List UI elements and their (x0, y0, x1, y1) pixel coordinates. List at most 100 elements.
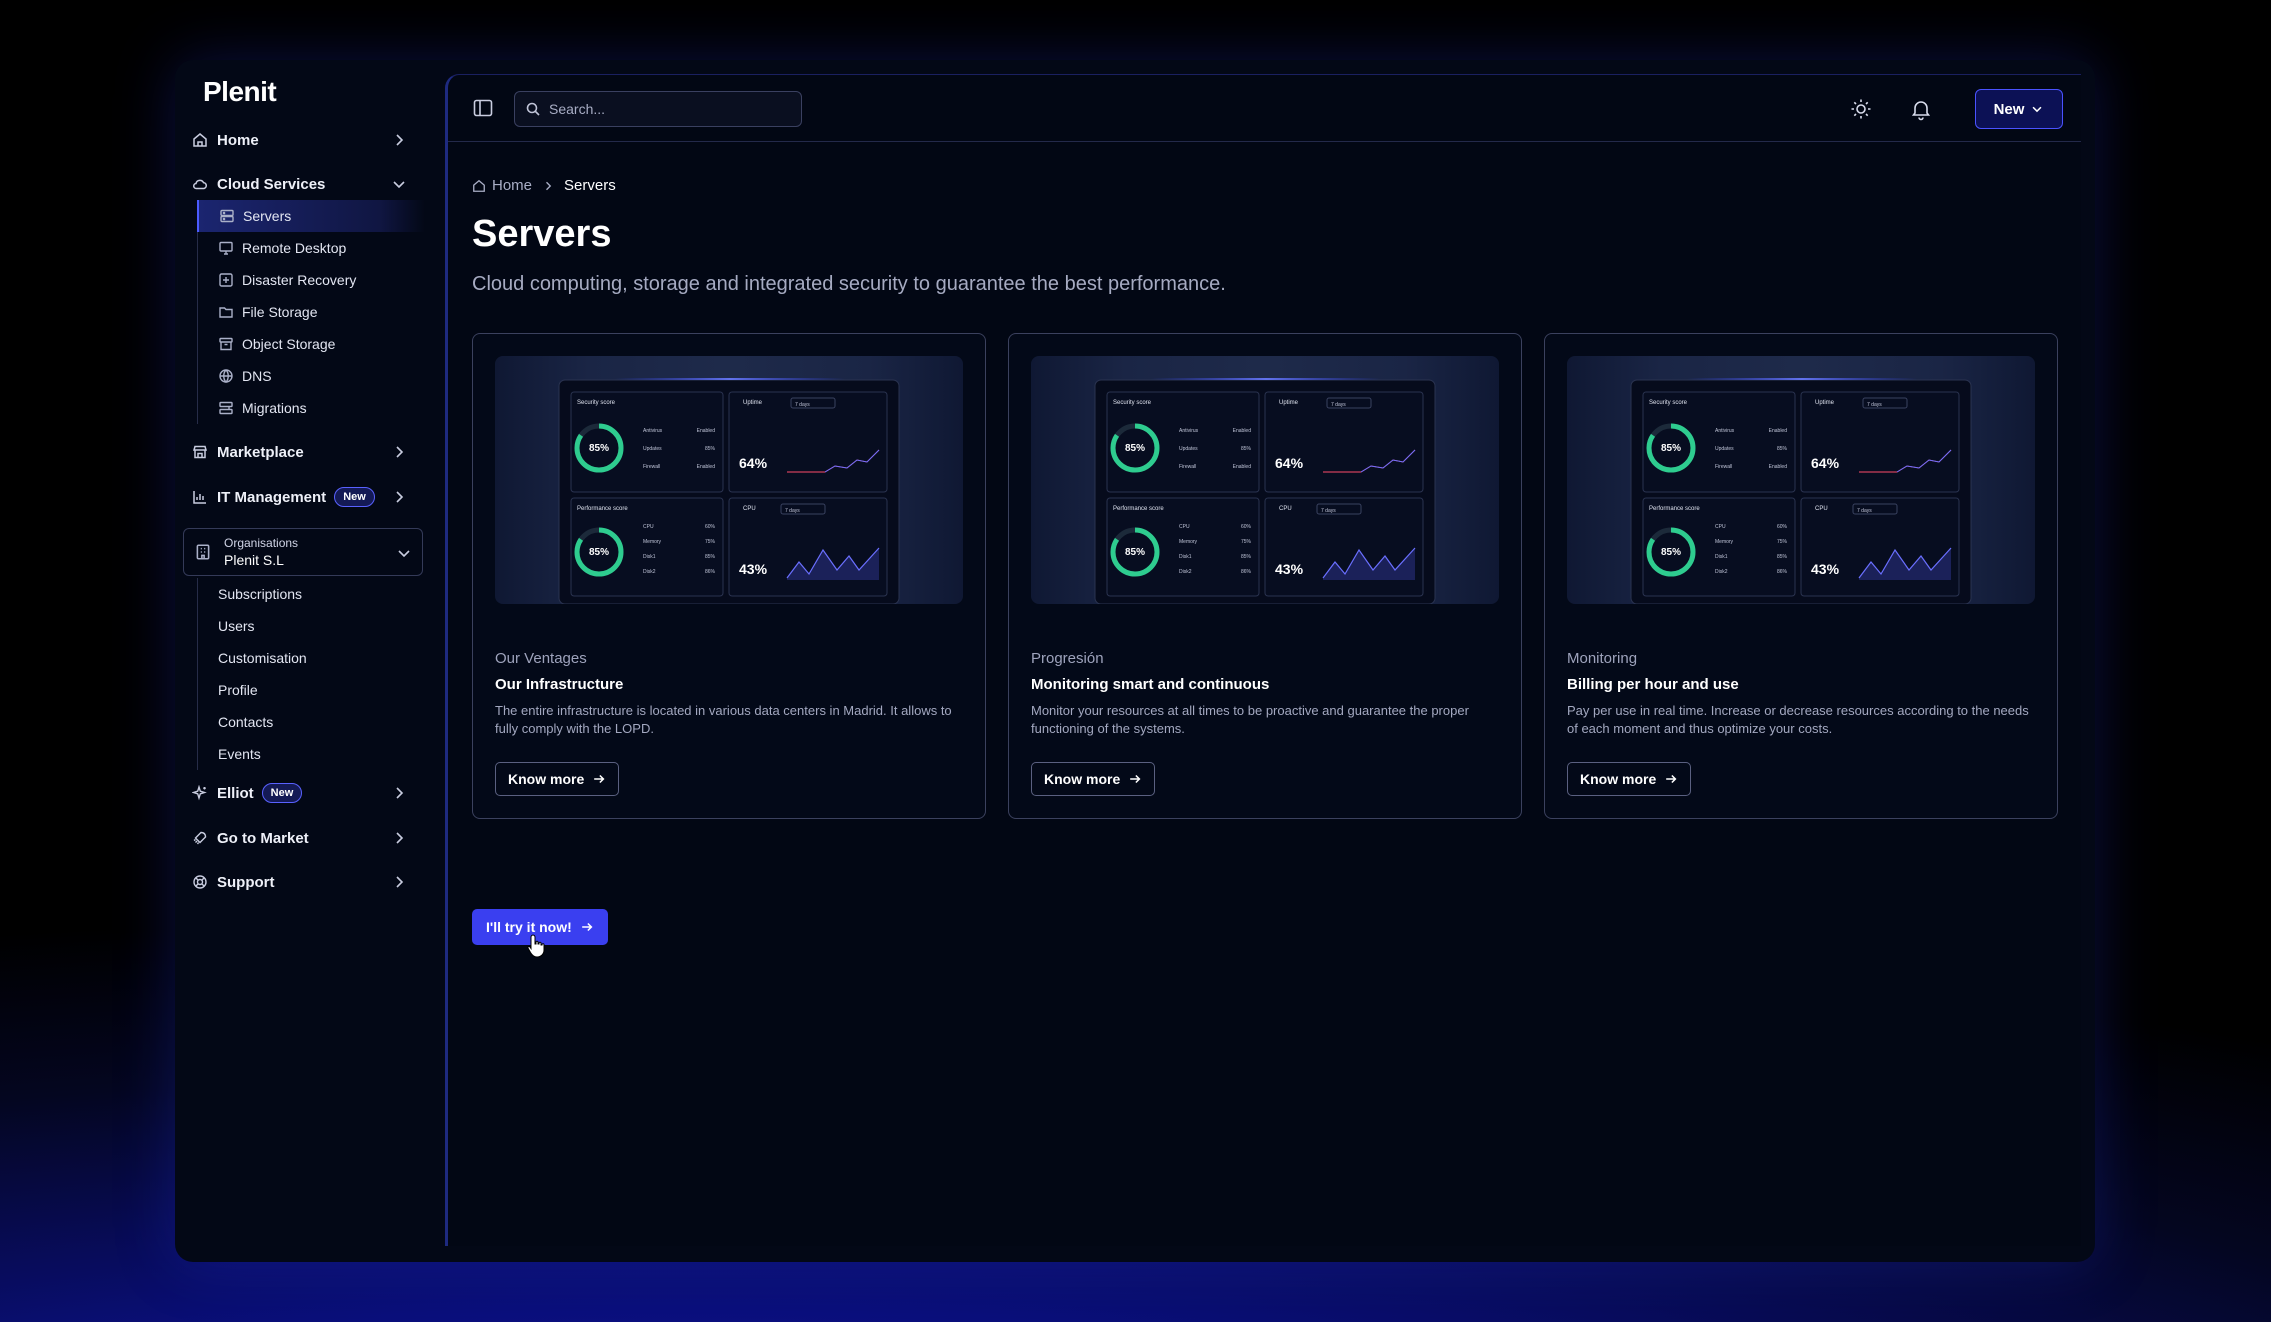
sidebar-item-disaster-recovery[interactable]: Disaster Recovery (198, 264, 425, 296)
sidebar-item-migrations[interactable]: Migrations (198, 392, 425, 424)
chevron-down-icon (393, 181, 405, 189)
nav-it-management-label: IT Management (217, 488, 327, 506)
svg-text:CPU: CPU (1279, 506, 1292, 512)
lifebuoy-icon (191, 873, 209, 891)
sidebar-item-servers[interactable]: Servers (197, 200, 425, 232)
know-more-button[interactable]: Know more (1031, 762, 1156, 796)
new-button[interactable]: New (1975, 89, 2063, 129)
know-more-label: Know more (1044, 771, 1121, 787)
sidebar-item-events[interactable]: Events (198, 738, 425, 770)
know-more-button[interactable]: Know more (1567, 762, 1692, 796)
nav-home-label: Home (217, 131, 259, 149)
svg-text:Disk1: Disk1 (643, 554, 656, 560)
sidebar-item-users[interactable]: Users (198, 610, 425, 642)
svg-text:CPU: CPU (1815, 506, 1828, 512)
sidebar-item-object-storage[interactable]: Object Storage (198, 328, 425, 360)
folder-icon (218, 304, 234, 320)
svg-text:Performance score: Performance score (577, 506, 628, 512)
svg-text:86%: 86% (1777, 569, 1788, 575)
chevron-right-icon (546, 181, 552, 190)
svg-text:Firewall: Firewall (643, 464, 660, 470)
dashboard-preview-image: Security score 85% Antivirus Enabled Upda… (495, 356, 963, 604)
svg-text:Disk2: Disk2 (643, 569, 656, 575)
sidebar-item-customisation[interactable]: Customisation (198, 642, 425, 674)
sidebar-item-remote-desktop[interactable]: Remote Desktop (198, 232, 425, 264)
card-description: The entire infrastructure is located in … (495, 703, 952, 736)
svg-text:85%: 85% (705, 446, 716, 452)
sidebar-item-label: Servers (243, 208, 292, 224)
svg-text:Enabled: Enabled (1769, 464, 1788, 470)
card-kicker: Progresión (1031, 650, 1104, 667)
know-more-button[interactable]: Know more (495, 762, 620, 796)
svg-text:7 days: 7 days (1857, 508, 1872, 514)
topbar: New (448, 75, 2081, 142)
breadcrumb-home-link[interactable]: Home (492, 177, 532, 194)
breadcrumb: Home Servers (472, 177, 616, 194)
search-input[interactable] (549, 101, 779, 117)
nav-go-to-market[interactable]: Go to Market (191, 820, 417, 856)
svg-text:85%: 85% (589, 547, 609, 558)
svg-text:86%: 86% (1241, 569, 1252, 575)
nav-marketplace[interactable]: Marketplace (191, 434, 417, 470)
nav-support-label: Support (217, 873, 275, 891)
nav-home[interactable]: Home (191, 122, 417, 158)
dashboard-preview-illustration: Security score 85% Antivirus Enabled Upda… (1094, 378, 1436, 604)
organisation-selector[interactable]: Organisations Plenit S.L (183, 528, 423, 576)
sidebar-item-profile[interactable]: Profile (198, 674, 425, 706)
svg-text:Updates: Updates (1715, 446, 1734, 452)
sidebar-toggle-icon[interactable] (472, 97, 494, 119)
nav-elliot[interactable]: Elliot New (191, 775, 417, 811)
svg-text:Antivirus: Antivirus (1715, 428, 1735, 434)
svg-text:Memory: Memory (1179, 539, 1198, 545)
dashboard-preview-illustration: Security score 85% Antivirus Enabled Upda… (1630, 378, 1972, 604)
svg-text:7 days: 7 days (785, 508, 800, 514)
nav-go-to-market-label: Go to Market (217, 829, 309, 847)
migrate-icon (218, 400, 234, 416)
svg-text:Performance score: Performance score (1113, 506, 1164, 512)
search-box (514, 91, 802, 127)
card-title: Billing per hour and use (1567, 676, 1739, 693)
arrow-right-icon (1130, 774, 1141, 784)
svg-text:85%: 85% (1241, 554, 1252, 560)
chevron-right-icon (396, 832, 404, 844)
sidebar-item-subscriptions[interactable]: Subscriptions (198, 578, 425, 610)
arrow-right-icon (594, 774, 605, 784)
store-icon (191, 443, 209, 461)
nav-cloud-services[interactable]: Cloud Services (191, 166, 417, 202)
card-title: Monitoring smart and continuous (1031, 676, 1270, 693)
know-more-label: Know more (1580, 771, 1657, 787)
svg-text:43%: 43% (739, 561, 768, 577)
svg-text:Enabled: Enabled (697, 428, 716, 434)
svg-text:CPU: CPU (743, 506, 756, 512)
sidebar-item-label: Object Storage (242, 336, 336, 352)
svg-text:Antivirus: Antivirus (1179, 428, 1199, 434)
svg-text:Enabled: Enabled (1233, 428, 1252, 434)
chevron-right-icon (396, 491, 404, 503)
sidebar-item-file-storage[interactable]: File Storage (198, 296, 425, 328)
nav-elliot-label: Elliot (217, 784, 254, 802)
organisation-name: Plenit S.L (224, 551, 284, 568)
sidebar-item-contacts[interactable]: Contacts (198, 706, 425, 738)
home-icon (191, 131, 209, 149)
svg-text:Disk2: Disk2 (1179, 569, 1192, 575)
svg-text:Uptime: Uptime (1815, 400, 1835, 406)
theme-toggle-sun-icon[interactable] (1849, 97, 1873, 121)
app-logo: Plenit (203, 76, 277, 107)
sidebar-item-dns[interactable]: DNS (198, 360, 425, 392)
nav-it-management[interactable]: IT Management New (191, 479, 417, 515)
svg-text:85%: 85% (1777, 554, 1788, 560)
card-description: Monitor your resources at all times to b… (1031, 703, 1469, 736)
chevron-right-icon (396, 787, 404, 799)
nav-support[interactable]: Support (191, 864, 417, 900)
chevron-right-icon (396, 876, 404, 888)
svg-text:43%: 43% (1811, 561, 1840, 577)
bell-icon[interactable] (1909, 97, 1933, 121)
main-content: New Home Servers Servers Cloud computing… (445, 74, 2081, 1246)
breadcrumb-current: Servers (564, 177, 616, 194)
svg-text:60%: 60% (1241, 524, 1252, 530)
card-description: Pay per use in real time. Increase or de… (1567, 703, 2029, 736)
svg-text:Memory: Memory (643, 539, 662, 545)
feature-card: Security score 85% Antivirus Enabled Upda… (472, 333, 986, 819)
page-title: Servers (472, 213, 612, 255)
card-title: Our Infrastructure (495, 676, 624, 693)
